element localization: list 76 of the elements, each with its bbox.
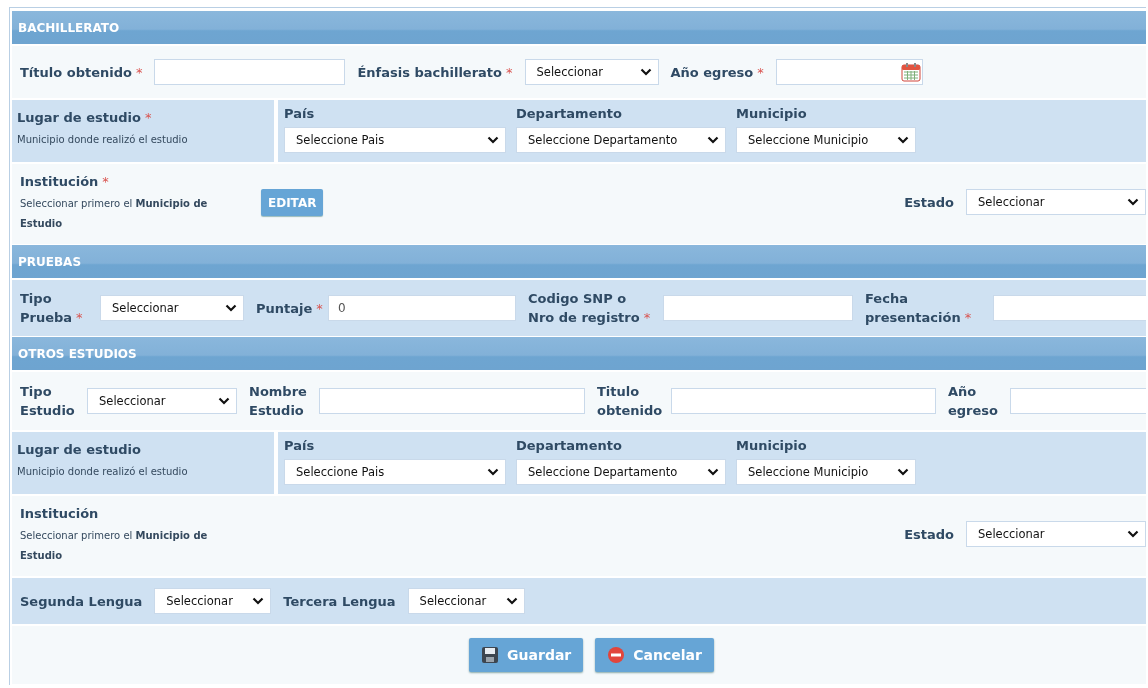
- field-label: Estado: [904, 526, 954, 542]
- select-field[interactable]: Seleccionar: [407, 588, 525, 614]
- chevron-down-icon: [505, 597, 518, 605]
- select-field[interactable]: Seleccione Municipio: [736, 127, 916, 153]
- section-header: OTROS ESTUDIOS: [12, 337, 1146, 370]
- select-field[interactable]: Seleccione Pais: [284, 127, 506, 153]
- date-field[interactable]: [993, 295, 1146, 321]
- select-field[interactable]: Seleccione Pais: [284, 459, 506, 485]
- field-label: Institución: [20, 506, 99, 521]
- field-label: Institución: [20, 174, 99, 189]
- date-field[interactable]: [775, 59, 923, 85]
- hint-text: Seleccionar primero el Municipio de Estudio: [20, 197, 209, 231]
- field-label: Tipo Estudio: [20, 384, 75, 418]
- chevron-down-icon: [225, 304, 237, 312]
- chevron-down-icon: [252, 597, 265, 605]
- field-label: Titulo obtenido: [597, 384, 663, 418]
- section-header: BACHILLERATO: [12, 11, 1146, 44]
- chevron-down-icon: [1127, 530, 1139, 538]
- required-asterisk: *: [135, 64, 143, 80]
- hint-text: Seleccionar primero el Municipio de Estudio: [20, 529, 209, 563]
- field-label: País: [284, 106, 315, 121]
- select-field[interactable]: Seleccione Municipio: [736, 459, 916, 485]
- select-field[interactable]: Seleccione Departamento: [516, 127, 726, 153]
- required-asterisk: *: [757, 64, 764, 80]
- select-field[interactable]: Seleccionar: [966, 521, 1146, 547]
- text-field[interactable]: [154, 59, 346, 85]
- calendar-icon: [900, 62, 921, 82]
- chevron-down-icon: [897, 468, 909, 476]
- chevron-down-icon: [707, 468, 719, 476]
- field-label: Municipio: [736, 438, 807, 453]
- minus-circle-icon: [607, 646, 626, 664]
- field-label: Año egreso: [948, 384, 999, 418]
- required-asterisk: *: [506, 64, 513, 80]
- select-field[interactable]: Seleccionar: [966, 189, 1146, 215]
- select-field[interactable]: Seleccionar: [524, 59, 659, 85]
- chevron-down-icon: [897, 136, 909, 144]
- select-field[interactable]: Seleccionar: [154, 588, 272, 614]
- field-label: Municipio: [736, 106, 807, 121]
- required-asterisk: *: [144, 110, 152, 125]
- select-field[interactable]: Seleccionar: [87, 388, 237, 414]
- text-field[interactable]: [671, 388, 936, 414]
- select-field[interactable]: Seleccione Departamento: [516, 459, 726, 485]
- text-field[interactable]: 0: [328, 295, 516, 321]
- section-header: PRUEBAS: [12, 245, 1146, 278]
- field-label: Énfasis bachillerato: [357, 64, 502, 80]
- field-label: Lugar de estudio: [17, 110, 141, 125]
- field-label: País: [284, 438, 315, 453]
- select-field[interactable]: Seleccionar: [100, 295, 244, 321]
- chevron-down-icon: [1127, 198, 1139, 206]
- field-label: Año egreso: [670, 64, 754, 80]
- text-field[interactable]: [319, 388, 585, 414]
- field-label: Título obtenido: [20, 64, 132, 80]
- field-label: Codigo SNP o Nro de registro: [528, 291, 640, 325]
- hint-text: Municipio donde realizó el estudio: [17, 133, 189, 147]
- required-asterisk: *: [964, 310, 972, 325]
- required-asterisk: *: [316, 300, 323, 316]
- field-label: Lugar de estudio: [17, 442, 141, 457]
- chevron-down-icon: [218, 397, 230, 405]
- chevron-down-icon: [487, 468, 499, 476]
- field-label: Estado: [904, 194, 954, 210]
- field-label: Segunda Lengua: [20, 593, 143, 609]
- field-label: Puntaje: [256, 300, 313, 316]
- required-asterisk: *: [102, 174, 109, 189]
- chevron-down-icon: [639, 68, 652, 76]
- field-label: Departamento: [516, 106, 622, 121]
- required-asterisk: *: [76, 310, 83, 325]
- chevron-down-icon: [487, 136, 499, 144]
- text-field[interactable]: [663, 295, 853, 321]
- field-label: Tercera Lengua: [283, 593, 396, 609]
- field-label: Fecha presentación: [865, 291, 961, 325]
- required-asterisk: *: [643, 310, 651, 325]
- field-label: Tipo Prueba: [20, 291, 73, 325]
- chevron-down-icon: [707, 136, 719, 144]
- field-label: Nombre Estudio: [249, 384, 307, 418]
- field-label: Departamento: [516, 438, 622, 453]
- hint-text: Municipio donde realizó el estudio: [17, 465, 189, 479]
